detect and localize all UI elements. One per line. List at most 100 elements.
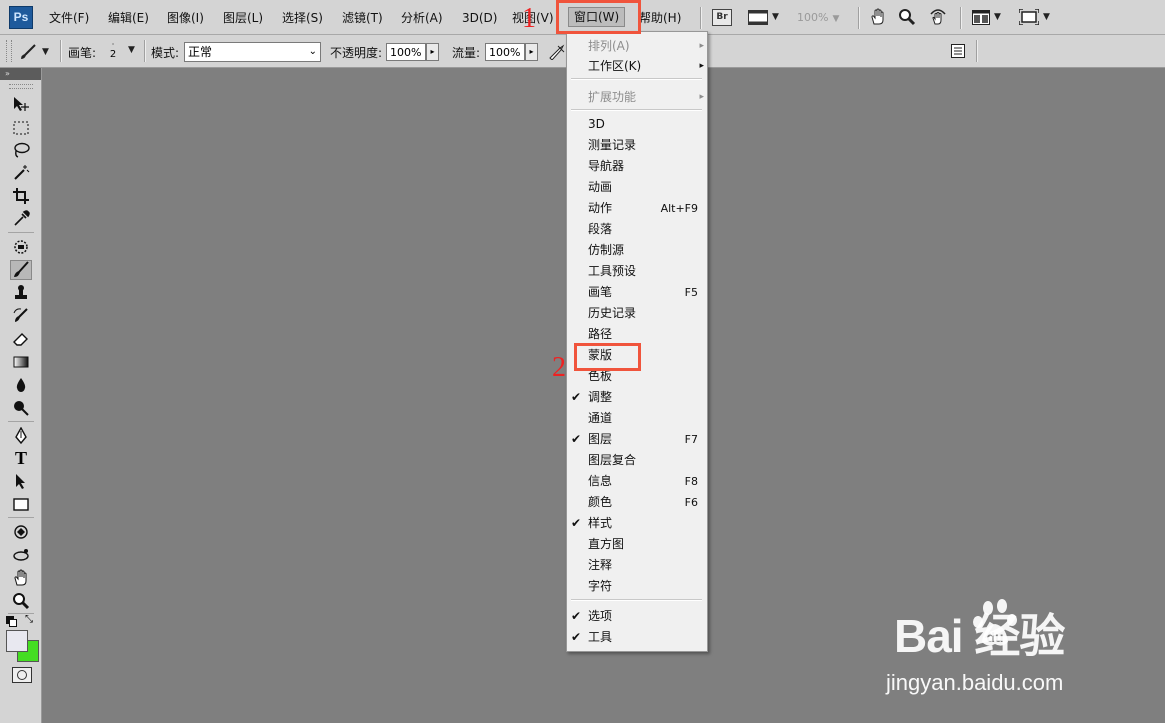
- blur-tool[interactable]: [10, 375, 32, 395]
- brush-size-value: 2: [109, 49, 117, 60]
- default-colors-icon[interactable]: [6, 616, 17, 627]
- 3d-orbit-tool[interactable]: [10, 545, 32, 565]
- eyedropper-tool[interactable]: [10, 209, 32, 229]
- dodge-tool[interactable]: [10, 398, 32, 418]
- swap-colors-icon[interactable]: ⤡: [25, 614, 33, 625]
- marquee-tool[interactable]: [10, 118, 32, 138]
- chevron-down-icon: ▼: [994, 12, 1001, 22]
- menu-item[interactable]: 颜色 F6: [588, 492, 698, 513]
- menu-item[interactable]: ✔ 样式: [571, 513, 698, 534]
- menu-item[interactable]: 工作区(K) ▸: [588, 56, 704, 77]
- shape-tool[interactable]: [10, 494, 32, 514]
- foreground-color-swatch[interactable]: [6, 630, 28, 652]
- layout-grid-icon: [972, 9, 990, 25]
- menu-item-label: 通道: [588, 411, 613, 425]
- menu-item[interactable]: 动作 Alt+F9: [588, 198, 698, 219]
- type-tool[interactable]: T: [10, 448, 32, 468]
- zoom-tool[interactable]: [10, 591, 32, 611]
- magic-wand-tool[interactable]: [10, 163, 32, 183]
- menu-item[interactable]: ✔ 图层 F7: [571, 429, 698, 450]
- menu-3d[interactable]: 3D(D): [462, 9, 497, 27]
- menu-item[interactable]: 画笔 F5: [588, 282, 698, 303]
- menu-item[interactable]: 仿制源: [588, 240, 698, 261]
- menu-analysis[interactable]: 分析(A): [401, 9, 443, 27]
- menu-layer[interactable]: 图层(L): [223, 9, 263, 27]
- brush-tool[interactable]: [10, 260, 32, 280]
- checkmark-icon: ✔: [571, 630, 582, 644]
- menu-item[interactable]: ✔ 调整: [571, 387, 698, 408]
- menu-item-label: 段落: [588, 222, 613, 236]
- lasso-tool[interactable]: [10, 140, 32, 160]
- hand-tool[interactable]: [10, 568, 32, 588]
- menu-item[interactable]: 通道: [588, 408, 698, 429]
- brush-size-picker[interactable]: · 2 ▼: [106, 40, 135, 60]
- screen-layout-button[interactable]: ▼: [748, 8, 779, 26]
- brush-panel-toggle[interactable]: [950, 42, 966, 60]
- menu-edit[interactable]: 编辑(E): [108, 9, 149, 27]
- menu-item[interactable]: 路径: [588, 324, 698, 345]
- menu-item[interactable]: 信息 F8: [588, 471, 698, 492]
- watermark-brand: Bai 经验: [894, 610, 1065, 662]
- menu-item[interactable]: 直方图: [588, 534, 698, 555]
- menu-item[interactable]: 注释: [588, 555, 698, 576]
- spot-healing-tool[interactable]: [10, 237, 32, 257]
- menu-item[interactable]: 工具预设: [588, 261, 698, 282]
- eraser-icon: [13, 333, 28, 346]
- menu-file[interactable]: 文件(F): [49, 9, 89, 27]
- menu-item-shortcut: F7: [684, 433, 698, 446]
- menu-item-label: 历史记录: [588, 306, 637, 320]
- menu-filter[interactable]: 滤镜(T): [342, 9, 383, 27]
- menu-item[interactable]: 历史记录: [588, 303, 698, 324]
- gradient-tool[interactable]: [10, 352, 32, 372]
- pen-tool[interactable]: [10, 426, 32, 446]
- menu-help[interactable]: 帮助(H): [639, 9, 681, 27]
- path-selection-tool[interactable]: [10, 471, 32, 491]
- blend-mode-select[interactable]: 正常 ⌄: [184, 42, 321, 62]
- chevron-down-icon: ▼: [42, 47, 49, 57]
- menu-image[interactable]: 图像(I): [167, 9, 204, 27]
- history-brush-tool[interactable]: [10, 306, 32, 326]
- menu-item[interactable]: 字符: [588, 576, 698, 597]
- photoshop-logo: Ps: [9, 6, 33, 29]
- eraser-tool[interactable]: [10, 329, 32, 349]
- opacity-slider-button[interactable]: ▸: [426, 43, 439, 61]
- flow-input[interactable]: 100%: [485, 43, 525, 61]
- bridge-button[interactable]: Br: [712, 8, 732, 26]
- menu-item[interactable]: 段落: [588, 219, 698, 240]
- menu-item[interactable]: 图层复合: [588, 450, 698, 471]
- crop-tool[interactable]: [10, 186, 32, 206]
- menu-select[interactable]: 选择(S): [282, 9, 323, 27]
- grip-handle[interactable]: [9, 84, 33, 89]
- hand-tool-button[interactable]: [869, 8, 887, 26]
- rotate-view-button[interactable]: [928, 8, 948, 26]
- bridge-icon: Br: [712, 8, 732, 26]
- move-tool[interactable]: [10, 94, 32, 114]
- healing-brush-icon: [14, 240, 28, 254]
- menu-item-shortcut: Alt+F9: [660, 202, 698, 215]
- menu-item[interactable]: ✔ 工具: [571, 627, 698, 648]
- airbrush-toggle[interactable]: [548, 43, 566, 61]
- menu-item[interactable]: 动画: [588, 177, 698, 198]
- clone-stamp-tool[interactable]: [10, 283, 32, 303]
- tool-preset-picker[interactable]: ▼: [18, 43, 49, 61]
- grip-handle[interactable]: [6, 40, 12, 62]
- 3d-rotate-tool[interactable]: [10, 522, 32, 542]
- collapse-toolbox-icon[interactable]: »: [0, 68, 41, 80]
- menu-item[interactable]: 导航器: [588, 156, 698, 177]
- menu-item-label: 注释: [588, 558, 613, 572]
- menu-item-label: 调整: [588, 390, 613, 404]
- menu-item[interactable]: 测量记录: [588, 135, 698, 156]
- checkmark-icon: ✔: [571, 432, 582, 446]
- toolbar-divider: [960, 7, 962, 29]
- zoom-level[interactable]: 100% ▼: [797, 9, 845, 26]
- menu-item[interactable]: 3D: [588, 114, 698, 135]
- opacity-input[interactable]: 100%: [386, 43, 426, 61]
- menu-separator: [571, 109, 702, 111]
- zoom-tool-button[interactable]: [898, 8, 916, 26]
- screen-mode-button[interactable]: ▼: [1019, 8, 1050, 26]
- chevron-down-icon: ▼: [832, 14, 840, 24]
- flow-slider-button[interactable]: ▸: [525, 43, 538, 61]
- arrange-documents-button[interactable]: ▼: [972, 8, 1001, 26]
- menu-item[interactable]: ✔ 选项: [571, 606, 698, 627]
- quick-mask-button[interactable]: [12, 667, 32, 683]
